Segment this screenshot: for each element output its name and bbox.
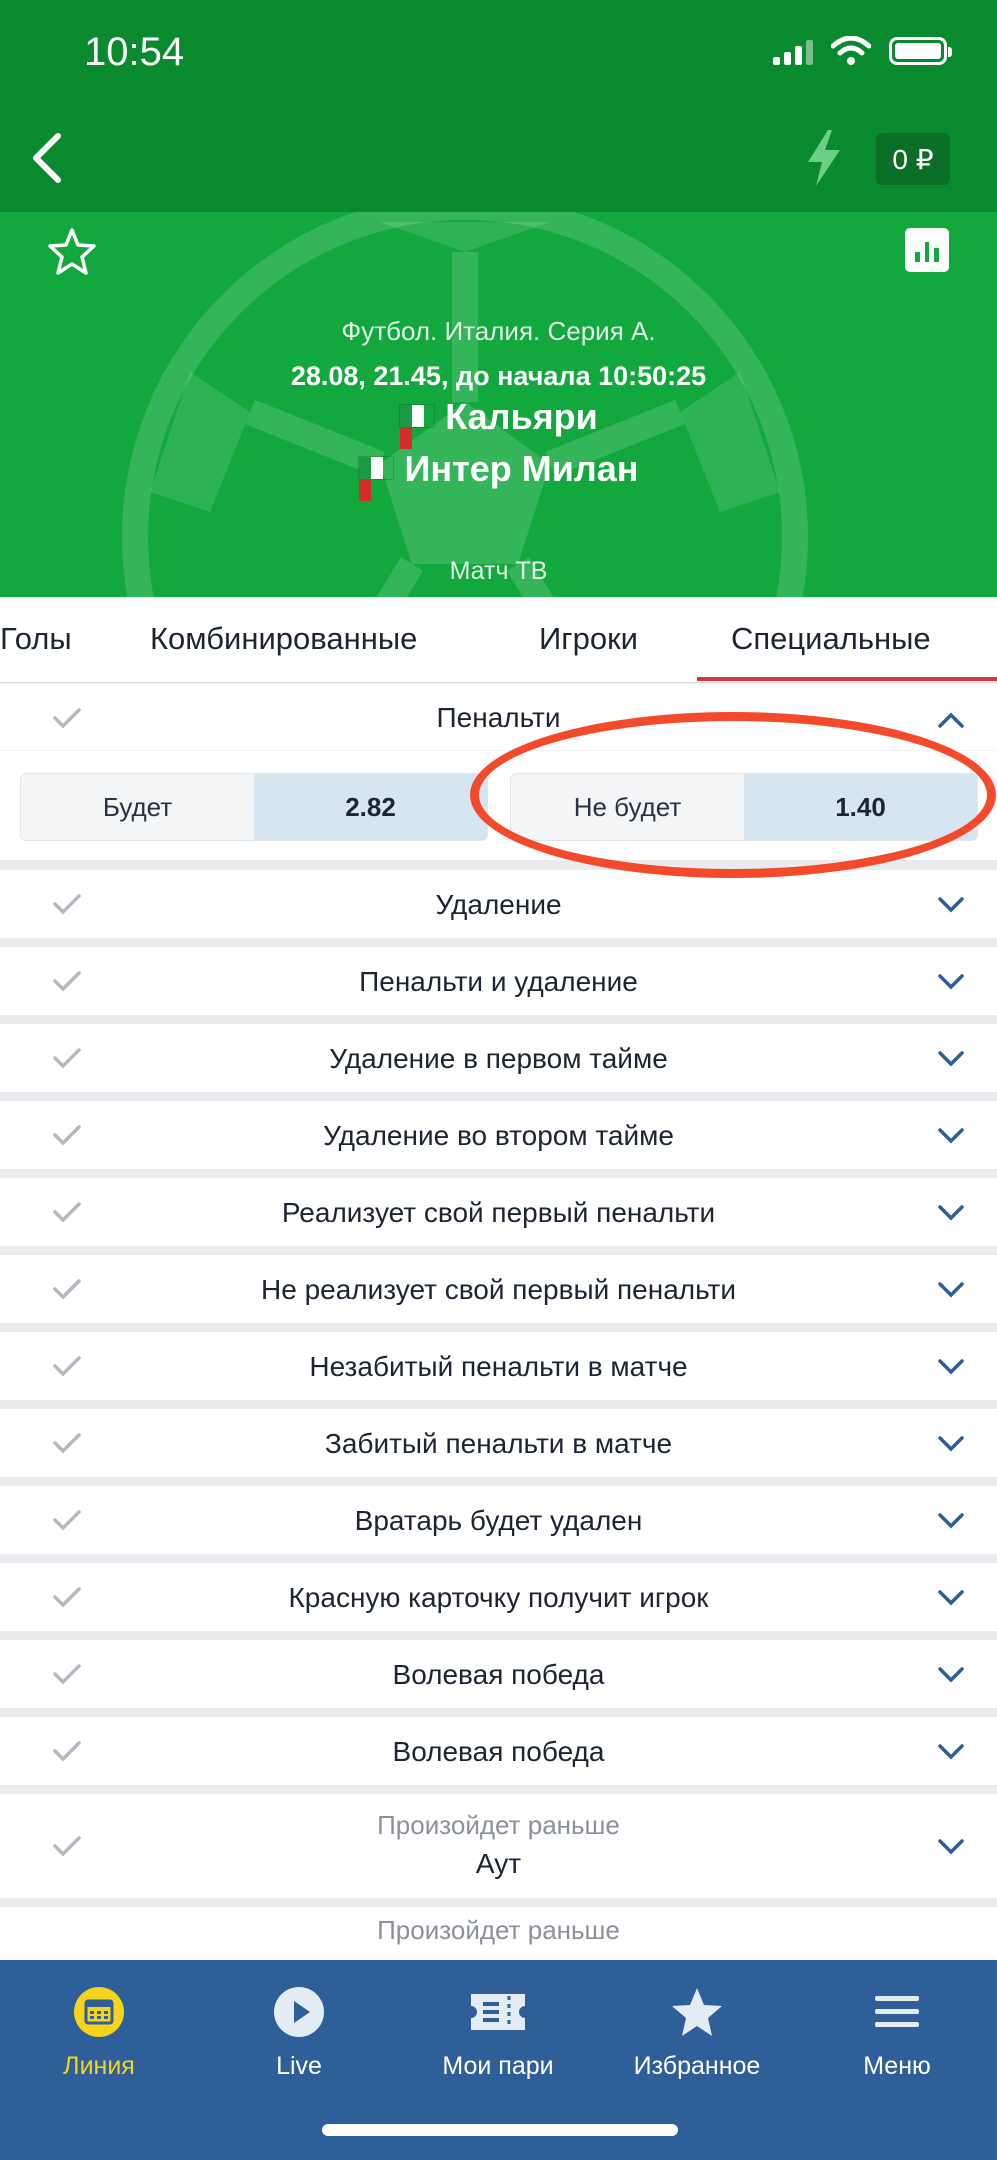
odds-value: 1.40 xyxy=(744,774,977,840)
chevron-down-icon[interactable] xyxy=(937,1589,965,1607)
league-label: Футбол. Италия. Серия А. xyxy=(341,316,656,346)
chevron-down-icon[interactable] xyxy=(937,1838,965,1856)
market-title: Красную карточку получит игрок xyxy=(288,1582,709,1613)
nav-line[interactable]: Линия xyxy=(14,1982,184,2081)
status-icons xyxy=(773,36,952,66)
market-row[interactable]: Незабитый пенальти в матче xyxy=(0,1332,997,1400)
star-icon xyxy=(667,1982,727,2042)
nav-menu[interactable]: Меню xyxy=(812,1982,982,2081)
chevron-down-icon[interactable] xyxy=(937,1743,965,1761)
market-penalty[interactable]: Пенальти Будет 2.82 Не будет 1.40 xyxy=(0,684,997,860)
chevron-down-icon[interactable] xyxy=(937,1358,965,1376)
market-subtitle: Произойдет раньше xyxy=(377,1915,620,1945)
odds-button-will-not[interactable]: Не будет 1.40 xyxy=(510,773,978,841)
market-title: Пенальти и удаление xyxy=(359,966,638,997)
market-row[interactable]: Волевая победа xyxy=(0,1717,997,1785)
nav-favorites[interactable]: Избранное xyxy=(612,1982,782,2081)
menu-icon xyxy=(867,1982,927,2042)
home-indicator[interactable] xyxy=(322,2124,678,2136)
chevron-down-icon[interactable] xyxy=(937,896,965,914)
market-title: Удаление в первом тайме xyxy=(329,1043,668,1074)
market-title: Незабитый пенальти в матче xyxy=(309,1351,688,1382)
chevron-down-icon[interactable] xyxy=(937,1435,965,1453)
team-away-name: Интер Милан xyxy=(404,448,639,489)
balance-badge[interactable]: 0 ₽ xyxy=(876,133,950,185)
market-title: Волевая победа xyxy=(392,1659,605,1690)
market-row[interactable]: Забитый пенальти в матче xyxy=(0,1409,997,1477)
market-row[interactable]: Пенальти и удаление xyxy=(0,947,997,1015)
market-title: Реализует свой первый пенальти xyxy=(281,1197,716,1228)
tab-goals[interactable]: Голы xyxy=(0,621,72,657)
wifi-icon xyxy=(831,36,871,65)
top-bar: 10:54 0 ₽ xyxy=(0,0,997,212)
favorite-star-icon[interactable] xyxy=(46,226,98,278)
odds-value: 2.82 xyxy=(254,774,487,840)
market-title: Удаление во втором тайме xyxy=(323,1120,674,1151)
italy-flag-icon xyxy=(358,456,395,502)
odds-label: Будет xyxy=(21,774,254,840)
market-row[interactable]: Удаление во втором тайме xyxy=(0,1101,997,1169)
cellular-signal-icon xyxy=(773,37,813,65)
team-home-name: Кальяри xyxy=(445,396,598,437)
market-row-occurs-first[interactable]: Произойдет раньше Аут xyxy=(0,1794,997,1898)
chevron-down-icon[interactable] xyxy=(937,1127,965,1145)
event-datetime: 28.08, 21.45, до начала 10:50:25 xyxy=(290,361,707,391)
nav-label: Избранное xyxy=(633,2052,761,2080)
market-row[interactable]: Реализует свой первый пенальти xyxy=(0,1178,997,1246)
market-tabs: Голы Комбинированные Игроки Специальные xyxy=(0,597,997,683)
calendar-icon xyxy=(69,1982,129,2042)
status-time: 10:54 xyxy=(84,30,185,74)
chevron-down-icon[interactable] xyxy=(937,1050,965,1068)
team-away: Интер Милан xyxy=(0,448,997,502)
market-title: Удаление xyxy=(435,889,562,920)
odds-button-will[interactable]: Будет 2.82 xyxy=(20,773,488,841)
chevron-down-icon[interactable] xyxy=(937,973,965,991)
statistics-icon[interactable] xyxy=(905,228,949,272)
chevron-down-icon[interactable] xyxy=(937,1666,965,1684)
market-row[interactable]: Красную карточку получит игрок xyxy=(0,1563,997,1631)
market-row[interactable]: Удаление xyxy=(0,870,997,938)
market-title: Не реализует свой первый пенальти xyxy=(261,1274,736,1305)
market-title: Забитый пенальти в матче xyxy=(324,1428,673,1459)
penalty-options: Будет 2.82 Не будет 1.40 xyxy=(0,750,997,860)
market-title: Пенальти xyxy=(436,702,561,733)
nav-live[interactable]: Live xyxy=(214,1982,384,2081)
event-header: Футбол. Италия. Серия А. 28.08, 21.45, д… xyxy=(0,212,997,597)
broadcast-label: Матч ТВ xyxy=(449,557,548,585)
tab-special[interactable]: Специальные xyxy=(731,621,931,657)
chevron-down-icon[interactable] xyxy=(937,1281,965,1299)
market-subtitle: Произойдет раньше xyxy=(377,1810,620,1840)
market-title: Вратарь будет удален xyxy=(354,1505,643,1536)
lightning-icon[interactable] xyxy=(800,128,848,188)
nav-label: Мои пари xyxy=(442,2052,554,2080)
market-row[interactable]: Вратарь будет удален xyxy=(0,1486,997,1554)
nav-label: Линия xyxy=(63,2052,135,2080)
battery-icon xyxy=(889,37,952,65)
market-row[interactable]: Волевая победа xyxy=(0,1640,997,1708)
market-row-partial[interactable]: Произойдет раньше xyxy=(0,1907,997,1967)
tab-combined[interactable]: Комбинированные xyxy=(150,621,417,657)
nav-my-bets[interactable]: Мои пари xyxy=(413,1982,583,2081)
market-title: Волевая победа xyxy=(392,1736,605,1767)
tab-players[interactable]: Игроки xyxy=(539,621,638,657)
team-home: Кальяри xyxy=(0,396,997,450)
italy-flag-icon xyxy=(399,404,436,450)
nav-label: Меню xyxy=(863,2052,931,2080)
ticket-icon xyxy=(468,1982,528,2042)
play-icon xyxy=(269,1982,329,2042)
odds-label: Не будет xyxy=(511,774,744,840)
market-title: Аут xyxy=(475,1848,522,1879)
market-row[interactable]: Не реализует свой первый пенальти xyxy=(0,1255,997,1323)
chevron-down-icon[interactable] xyxy=(937,1204,965,1222)
chevron-up-icon[interactable] xyxy=(937,711,965,729)
market-row[interactable]: Удаление в первом тайме xyxy=(0,1024,997,1092)
active-tab-indicator xyxy=(697,677,997,681)
nav-label: Live xyxy=(276,2052,322,2080)
chevron-down-icon[interactable] xyxy=(937,1512,965,1530)
back-arrow-icon[interactable] xyxy=(24,128,72,188)
